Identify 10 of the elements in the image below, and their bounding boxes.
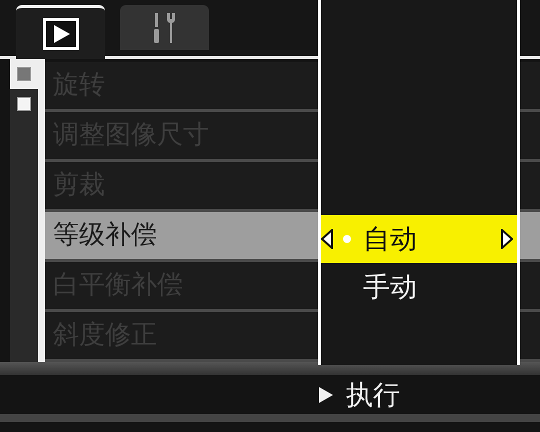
option-item[interactable]: 自动 <box>321 215 517 263</box>
right-arrow-icon[interactable] <box>501 229 513 249</box>
execute-label[interactable]: 执行 <box>346 376 400 412</box>
tools-icon <box>152 10 178 44</box>
option-item[interactable]: 手动 <box>321 263 517 311</box>
play-icon <box>42 18 78 50</box>
selected-dot <box>343 235 351 243</box>
left-arrow-icon[interactable] <box>321 229 333 249</box>
menu-tab[interactable] <box>16 5 105 59</box>
play-arrow-icon <box>318 386 334 404</box>
